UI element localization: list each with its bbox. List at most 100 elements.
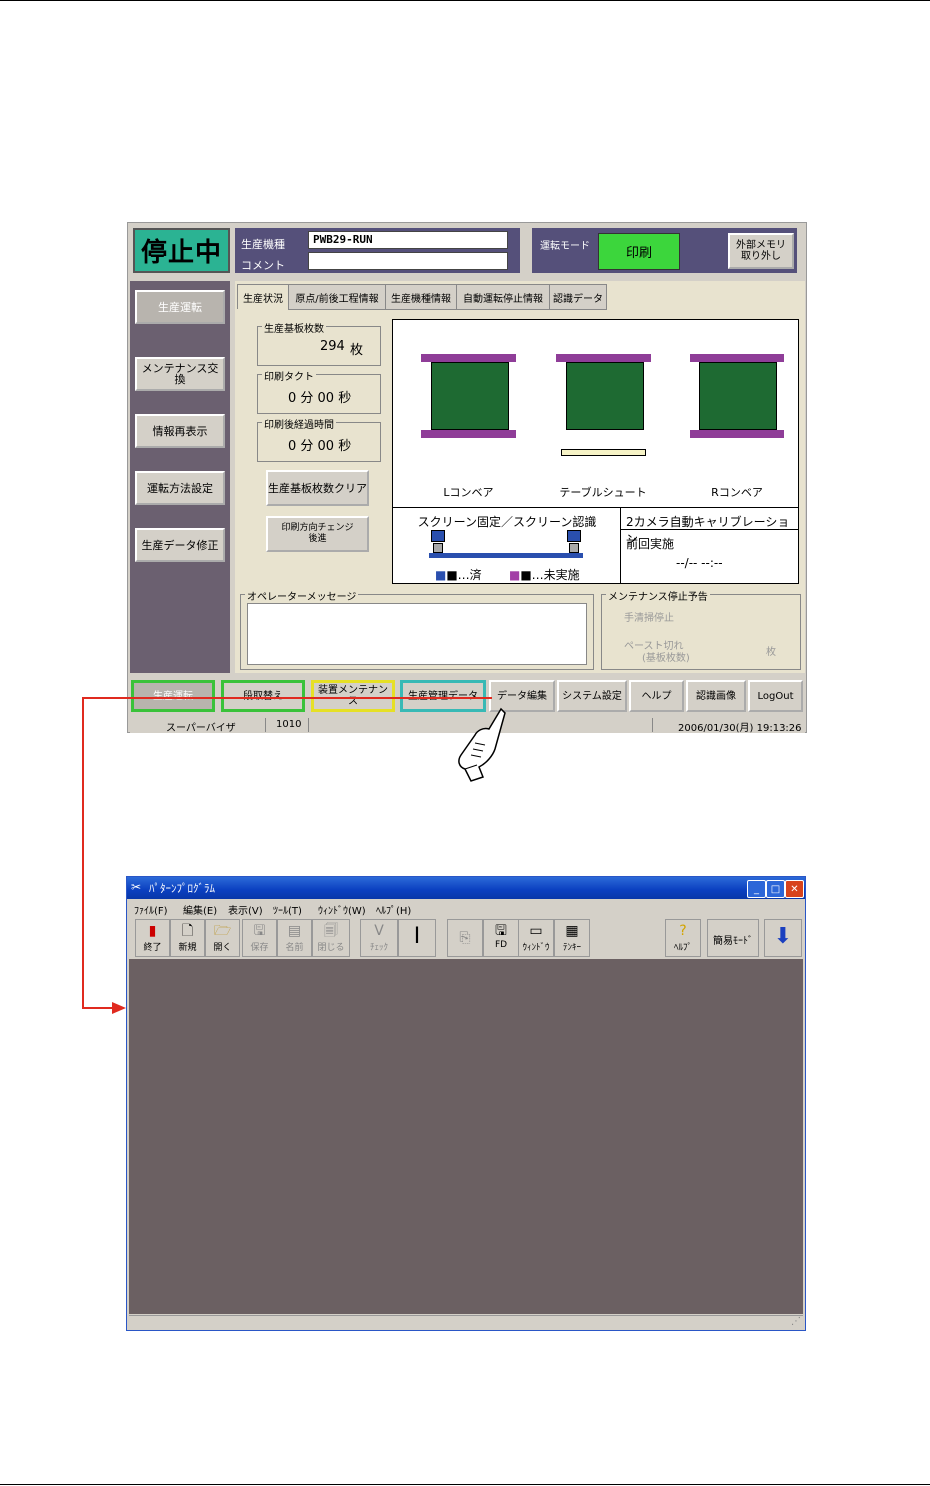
machine-status: 停止中 bbox=[133, 228, 230, 273]
bottom-rule bbox=[0, 1484, 930, 1485]
left-menu-operation-settings[interactable]: 運転方法設定 bbox=[135, 471, 225, 505]
maximize-icon[interactable]: □ bbox=[766, 880, 785, 898]
tool-paste[interactable]: ⎘ bbox=[447, 919, 483, 957]
remove-memory-button[interactable]: 外部メモリ 取り外し bbox=[728, 233, 794, 269]
tab-origin-info[interactable]: 原点/前後工程情報 bbox=[288, 284, 386, 310]
tab-model-info[interactable]: 生産機種情報 bbox=[385, 284, 457, 310]
tool-close[interactable]: 🗐 閉じる bbox=[312, 919, 350, 957]
elapsed-value: 0 分 00 秒 bbox=[288, 435, 352, 454]
menu-tools[interactable]: ﾂｰﾙ(T) bbox=[273, 902, 302, 917]
tool-simple-mode[interactable]: 簡易ﾓｰﾄﾞ bbox=[707, 919, 759, 957]
tab-production-status[interactable]: 生産状況 bbox=[237, 284, 289, 309]
minimize-icon[interactable]: _ bbox=[747, 880, 766, 898]
status-sep3 bbox=[652, 718, 653, 732]
mode-label: 運転モード bbox=[540, 241, 590, 252]
operator-message-box bbox=[247, 603, 587, 665]
screen-title: スクリーン固定／スクリーン認識 bbox=[417, 515, 597, 529]
tool-check[interactable]: V ﾁｪｯｸ bbox=[360, 919, 398, 957]
product-field[interactable]: PWB29-RUN bbox=[308, 231, 508, 249]
check-icon: V bbox=[374, 923, 384, 939]
top-rule bbox=[0, 0, 930, 1]
exit-icon: ▮ bbox=[148, 923, 157, 939]
elapsed-group: 印刷後経過時間 0 分 00 秒 bbox=[257, 416, 381, 462]
left-menu-maintenance[interactable]: メンテナンス交換 bbox=[135, 357, 225, 391]
left-menu: 生産運転 メンテナンス交換 情報再表示 運転方法設定 生産データ修正 bbox=[130, 281, 230, 673]
logout-button[interactable]: LogOut bbox=[748, 680, 803, 712]
left-menu-redisplay[interactable]: 情報再表示 bbox=[135, 414, 225, 448]
tool-tenkey[interactable]: ▦ ﾃﾝｷｰ bbox=[554, 919, 590, 957]
close-file-icon: 🗐 bbox=[324, 923, 338, 939]
mode-panel: 運転モード 印刷 外部メモリ 取り外し bbox=[532, 228, 797, 273]
maint-item-clean: 手清掃停止 bbox=[624, 613, 674, 624]
tool-open[interactable]: 🗁 開く bbox=[205, 919, 240, 957]
left-menu-production[interactable]: 生産運転 bbox=[135, 290, 225, 324]
help-button[interactable]: ヘルプ bbox=[629, 680, 684, 712]
board-count-value: 294 bbox=[320, 339, 345, 354]
close-icon[interactable]: ✕ bbox=[785, 880, 804, 898]
comment-label: コメント bbox=[241, 259, 285, 272]
paste-icon: ⎘ bbox=[459, 930, 471, 946]
tool-new[interactable]: 🗋 新規 bbox=[170, 919, 205, 957]
maint-item-paste-sub: (基板枚数) bbox=[642, 653, 690, 664]
production-screen: 停止中 生産機種 PWB29-RUN コメント 運転モード 印刷 外部メモリ 取… bbox=[127, 222, 807, 734]
pattern-program-window: ✂ ﾊﾟﾀｰﾝﾌﾟﾛｸﾞﾗﾑ _ □ ✕ ﾌｧｲﾙ(F) 編集(E) 表示(V)… bbox=[126, 876, 806, 1331]
tool-text-cursor[interactable]: I bbox=[398, 919, 436, 957]
comment-field[interactable] bbox=[308, 252, 508, 270]
maintenance-label: メンテナンス停止予告 bbox=[606, 588, 710, 603]
board-count-unit: 枚 bbox=[350, 339, 364, 358]
window-titlebar[interactable]: ✂ ﾊﾟﾀｰﾝﾌﾟﾛｸﾞﾗﾑ _ □ ✕ bbox=[127, 877, 805, 899]
menu-window[interactable]: ｳｨﾝﾄﾞｳ(W) bbox=[318, 902, 366, 917]
screen-post-left bbox=[433, 543, 443, 553]
maintenance-group: メンテナンス停止予告 手清掃停止 ペースト切れ (基板枚数) 枚 bbox=[601, 588, 801, 670]
menu-edit[interactable]: 編集(E) bbox=[183, 902, 217, 917]
left-menu-edit-data[interactable]: 生産データ修正 bbox=[135, 528, 225, 562]
l-conveyor-board bbox=[431, 362, 509, 430]
mode-indicator: 印刷 bbox=[598, 233, 680, 270]
clear-count-button[interactable]: 生産基板枚数クリア bbox=[266, 470, 369, 506]
down-arrow-icon: ⬇ bbox=[773, 924, 793, 949]
toolbar: ▮ 終了 🗋 新規 🗁 開く 🖫 保存 ▤ 名前 🗐 閉じる V ﾁｪｯｸ I ⎘ 🖫 FD ▭… bbox=[127, 917, 805, 957]
l-conveyor-rail-bottom bbox=[421, 430, 516, 438]
tool-fd[interactable]: 🖫 FD bbox=[483, 919, 519, 957]
text-cursor-icon: I bbox=[413, 924, 421, 949]
operator-message-label: オペレーターメッセージ bbox=[245, 588, 359, 603]
menu-view[interactable]: 表示(V) bbox=[228, 902, 263, 917]
menu-help[interactable]: ﾍﾙﾌﾟ(H) bbox=[376, 902, 411, 917]
r-conveyor-label: Rコンベア bbox=[711, 486, 763, 499]
print-direction-button[interactable]: 印刷方向チェンジ 後進 bbox=[266, 516, 369, 552]
board-count-label: 生産基板枚数 bbox=[262, 320, 326, 335]
product-header: 生産機種 PWB29-RUN コメント bbox=[235, 228, 520, 273]
table-chute bbox=[561, 449, 646, 456]
tool-save[interactable]: 🖫 保存 bbox=[242, 919, 277, 957]
print-tact-label: 印刷タクト bbox=[262, 368, 316, 383]
l-conveyor-label: Lコンベア bbox=[443, 486, 494, 499]
menu-file[interactable]: ﾌｧｲﾙ(F) bbox=[134, 902, 168, 917]
tool-window[interactable]: ▭ ｳｨﾝﾄﾞｳ bbox=[518, 919, 554, 957]
r-conveyor-board bbox=[699, 362, 777, 430]
window-title: ﾊﾟﾀｰﾝﾌﾟﾛｸﾞﾗﾑ bbox=[149, 882, 215, 895]
operator-message-group: オペレーターメッセージ bbox=[240, 588, 594, 670]
tool-save-as[interactable]: ▤ 名前 bbox=[277, 919, 312, 957]
pointing-hand-icon bbox=[458, 707, 506, 782]
elapsed-label: 印刷後経過時間 bbox=[262, 416, 336, 431]
tab-recognition-data[interactable]: 認識データ bbox=[549, 284, 607, 310]
client-area[interactable] bbox=[129, 959, 803, 1314]
screen-post-right bbox=[569, 543, 579, 553]
new-file-icon: 🗋 bbox=[181, 923, 194, 939]
save-icon: 🖫 bbox=[253, 923, 266, 939]
board-count-group: 生産基板枚数 294 枚 bbox=[257, 320, 381, 366]
r-conveyor-rail-top bbox=[690, 354, 784, 362]
calib-last-label: 前回実施 bbox=[626, 537, 675, 551]
tool-help[interactable]: ? ﾍﾙﾌﾟ bbox=[665, 919, 701, 957]
l-conveyor-rail-top bbox=[421, 354, 516, 362]
recognition-image-button[interactable]: 認識画像 bbox=[686, 680, 746, 712]
table-chute-label: テーブルシュート bbox=[559, 486, 647, 499]
screen-marker-right bbox=[567, 530, 581, 542]
save-as-icon: ▤ bbox=[287, 923, 302, 939]
resize-grip-icon[interactable]: ⋰ bbox=[791, 1316, 801, 1327]
print-tact-group: 印刷タクト 0 分 00 秒 bbox=[257, 368, 381, 414]
tool-download[interactable]: ⬇ bbox=[764, 919, 802, 957]
system-settings-button[interactable]: システム設定 bbox=[557, 680, 627, 712]
tool-exit[interactable]: ▮ 終了 bbox=[135, 919, 170, 957]
tab-stop-info[interactable]: 自動運転停止情報 bbox=[456, 284, 550, 310]
